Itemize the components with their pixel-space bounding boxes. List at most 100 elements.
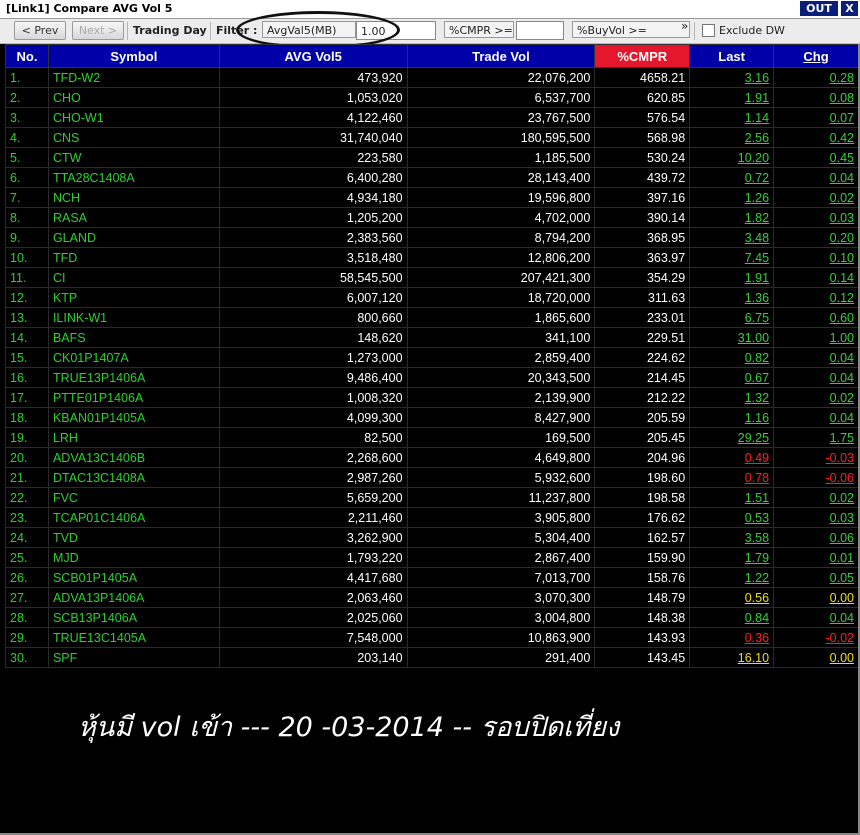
col-header-last[interactable]: Last — [689, 44, 775, 68]
last-price-link[interactable]: 3.58 — [689, 527, 775, 548]
change-link[interactable]: 0.14 — [773, 267, 859, 288]
last-price-link[interactable]: 0.36 — [689, 627, 775, 648]
table-row[interactable]: 7. NCH 4,934,180 19,596,800 397.16 1.26 0.02 — [5, 187, 859, 208]
table-row[interactable]: 24. TVD 3,262,900 5,304,400 162.57 3.58 0.06 — [5, 527, 859, 548]
change-link[interactable]: 0.42 — [773, 127, 859, 148]
change-link[interactable]: 1.00 — [773, 327, 859, 348]
cmpr-input[interactable] — [516, 21, 564, 40]
table-row[interactable]: 28. SCB13P1406A 2,025,060 3,004,800 148.38 0.… — [5, 607, 859, 628]
change-link[interactable]: 0.03 — [773, 507, 859, 528]
table-row[interactable]: 30. SPF 203,140 291,400 143.45 16.10 0.00 — [5, 647, 859, 668]
last-price-link[interactable]: 0.84 — [689, 607, 775, 628]
col-header-chg[interactable]: Chg — [773, 44, 859, 68]
change-link[interactable]: 0.06 — [773, 527, 859, 548]
symbol-cell[interactable]: RASA — [47, 207, 220, 228]
symbol-cell[interactable]: MJD — [47, 547, 220, 568]
close-button[interactable]: X — [841, 1, 858, 16]
change-link[interactable]: 0.02 — [773, 487, 859, 508]
col-header-trade-vol[interactable]: Trade Vol — [406, 44, 596, 68]
last-price-link[interactable]: 7.45 — [689, 247, 775, 268]
symbol-cell[interactable]: DTAC13C1408A — [47, 467, 220, 488]
table-row[interactable]: 16. TRUE13P1406A 9,486,400 20,343,500 214.45… — [5, 367, 859, 388]
symbol-cell[interactable]: CNS — [47, 127, 220, 148]
change-link[interactable]: 0.02 — [773, 387, 859, 408]
last-price-link[interactable]: 1.51 — [689, 487, 775, 508]
change-link[interactable]: 0.12 — [773, 287, 859, 308]
out-button[interactable]: OUT — [800, 1, 838, 16]
last-price-link[interactable]: 3.48 — [689, 227, 775, 248]
last-price-link[interactable]: 3.16 — [689, 67, 775, 88]
last-price-link[interactable]: 2.56 — [689, 127, 775, 148]
change-link[interactable]: 0.60 — [773, 307, 859, 328]
table-row[interactable]: 17. PTTE01P1406A 1,008,320 2,139,900 212.22 1… — [5, 387, 859, 408]
last-price-link[interactable]: 31.00 — [689, 327, 775, 348]
table-row[interactable]: 27. ADVA13P1406A 2,063,460 3,070,300 148.79 0… — [5, 587, 859, 608]
change-link[interactable]: 0.00 — [773, 647, 859, 668]
col-header-cmpr[interactable]: %CMPR — [594, 44, 691, 68]
table-row[interactable]: 22. FVC 5,659,200 11,237,800 198.58 1.51 0.02 — [5, 487, 859, 508]
last-price-link[interactable]: 10.20 — [689, 147, 775, 168]
symbol-cell[interactable]: SPF — [47, 647, 220, 668]
more-chevron-icon[interactable]: » — [681, 19, 688, 33]
last-price-link[interactable]: 16.10 — [689, 647, 775, 668]
symbol-cell[interactable]: PTTE01P1406A — [47, 387, 220, 408]
symbol-cell[interactable]: GLAND — [47, 227, 220, 248]
change-link[interactable]: 0.04 — [773, 407, 859, 428]
symbol-cell[interactable]: NCH — [47, 187, 220, 208]
symbol-cell[interactable]: KBAN01P1405A — [47, 407, 220, 428]
table-row[interactable]: 18. KBAN01P1405A 4,099,300 8,427,900 205.59 1… — [5, 407, 859, 428]
symbol-cell[interactable]: BAFS — [47, 327, 220, 348]
table-row[interactable]: 9. GLAND 2,383,560 8,794,200 368.95 3.48 0.20 — [5, 227, 859, 248]
col-header-no[interactable]: No. — [5, 44, 49, 68]
symbol-cell[interactable]: CTW — [47, 147, 220, 168]
avgval-input[interactable]: 1.00 — [356, 21, 436, 40]
table-row[interactable]: 8. RASA 1,205,200 4,702,000 390.14 1.82 0.03 — [5, 207, 859, 228]
change-link[interactable]: 0.03 — [773, 207, 859, 228]
last-price-link[interactable]: 1.36 — [689, 287, 775, 308]
table-row[interactable]: 20. ADVA13C1406B 2,268,600 4,649,800 204.96 0… — [5, 447, 859, 468]
table-row[interactable]: 15. CK01P1407A 1,273,000 2,859,400 224.62 0.8… — [5, 347, 859, 368]
symbol-cell[interactable]: TFD — [47, 247, 220, 268]
table-row[interactable]: 14. BAFS 148,620 341,100 229.51 31.00 1.00 — [5, 327, 859, 348]
table-row[interactable]: 10. TFD 3,518,480 12,806,200 363.97 7.45 0.10 — [5, 247, 859, 268]
table-row[interactable]: 26. SCB01P1405A 4,417,680 7,013,700 158.76 1.… — [5, 567, 859, 588]
table-row[interactable]: 6. TTA28C1408A 6,400,280 28,143,400 439.72 0.… — [5, 167, 859, 188]
last-price-link[interactable]: 1.14 — [689, 107, 775, 128]
table-row[interactable]: 4. CNS 31,740,040 180,595,500 568.98 2.56 0.42 — [5, 127, 859, 148]
last-price-link[interactable]: 0.53 — [689, 507, 775, 528]
table-row[interactable]: 11. CI 58,545,500 207,421,300 354.29 1.91 0.14 — [5, 267, 859, 288]
buyvol-field[interactable]: %BuyVol >= — [572, 21, 690, 38]
last-price-link[interactable]: 0.72 — [689, 167, 775, 188]
change-link[interactable]: 0.02 — [773, 187, 859, 208]
last-price-link[interactable]: 1.79 — [689, 547, 775, 568]
symbol-cell[interactable]: FVC — [47, 487, 220, 508]
table-row[interactable]: 2. CHO 1,053,020 6,537,700 620.85 1.91 0.08 — [5, 87, 859, 108]
change-link[interactable]: 0.04 — [773, 367, 859, 388]
symbol-cell[interactable]: TTA28C1408A — [47, 167, 220, 188]
last-price-link[interactable]: 1.26 — [689, 187, 775, 208]
symbol-cell[interactable]: CK01P1407A — [47, 347, 220, 368]
col-header-avg-vol5[interactable]: AVG Vol5 — [218, 44, 408, 68]
table-row[interactable]: 19. LRH 82,500 169,500 205.45 29.25 1.75 — [5, 427, 859, 448]
col-header-symbol[interactable]: Symbol — [47, 44, 220, 68]
symbol-cell[interactable]: SCB13P1406A — [47, 607, 220, 628]
table-row[interactable]: 5. CTW 223,580 1,185,500 530.24 10.20 0.45 — [5, 147, 859, 168]
symbol-cell[interactable]: CHO-W1 — [47, 107, 220, 128]
table-row[interactable]: 12. KTP 6,007,120 18,720,000 311.63 1.36 0.12 — [5, 287, 859, 308]
last-price-link[interactable]: 1.16 — [689, 407, 775, 428]
symbol-cell[interactable]: TRUE13P1406A — [47, 367, 220, 388]
symbol-cell[interactable]: SCB01P1405A — [47, 567, 220, 588]
symbol-cell[interactable]: ADVA13P1406A — [47, 587, 220, 608]
table-row[interactable]: 29. TRUE13C1405A 7,548,000 10,863,900 143.93… — [5, 627, 859, 648]
change-link[interactable]: 0.04 — [773, 167, 859, 188]
prev-button[interactable]: < Prev — [14, 21, 66, 40]
last-price-link[interactable]: 0.82 — [689, 347, 775, 368]
symbol-cell[interactable]: TFD-W2 — [47, 67, 220, 88]
symbol-cell[interactable]: TRUE13C1405A — [47, 627, 220, 648]
change-link[interactable]: 0.01 — [773, 547, 859, 568]
symbol-cell[interactable]: CHO — [47, 87, 220, 108]
change-link[interactable]: 0.08 — [773, 87, 859, 108]
symbol-cell[interactable]: TVD — [47, 527, 220, 548]
change-link[interactable]: 0.04 — [773, 347, 859, 368]
symbol-cell[interactable]: ADVA13C1406B — [47, 447, 220, 468]
